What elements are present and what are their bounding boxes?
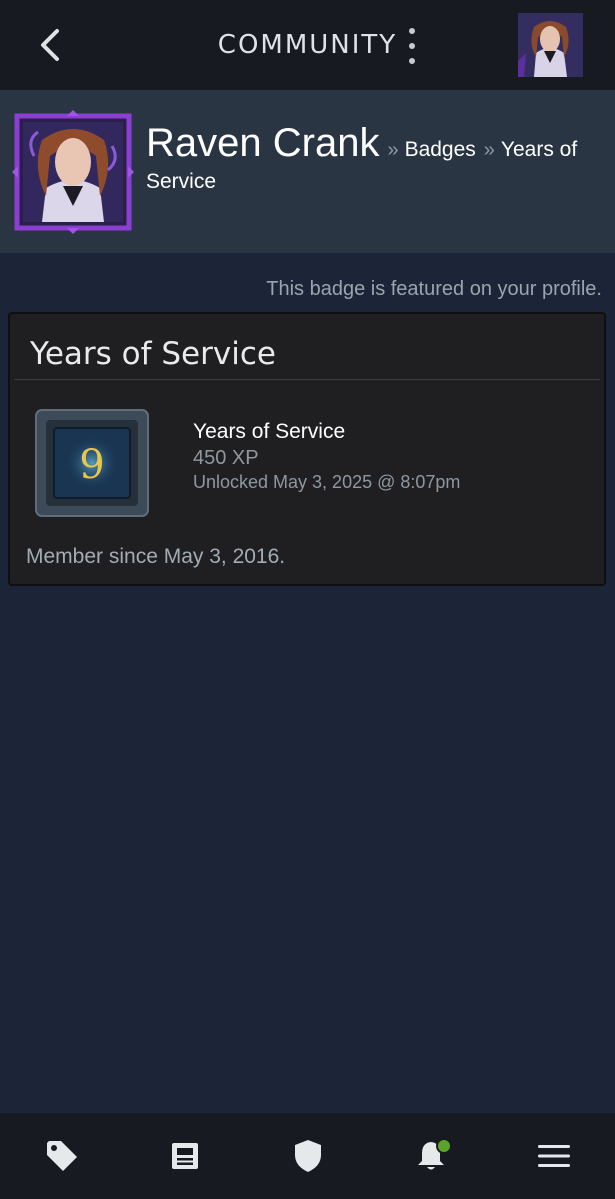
breadcrumb-badges-link[interactable]: Badges xyxy=(405,138,476,161)
member-since: Member since May 3, 2016. xyxy=(26,545,286,568)
avatar-image xyxy=(518,13,583,77)
breadcrumb-separator: » xyxy=(483,139,495,161)
badge-icon: 9 xyxy=(34,408,150,518)
shield-icon xyxy=(294,1140,321,1172)
breadcrumb-separator: » xyxy=(387,139,399,161)
hamburger-menu-icon xyxy=(537,1145,570,1167)
nav-guard[interactable] xyxy=(278,1126,338,1186)
badge-card: Years of Service 9 Years of Service 450 … xyxy=(8,312,606,586)
breadcrumb: Raven Crank» Badges» Years of Service xyxy=(146,123,596,199)
badge-level-number: 9 xyxy=(79,442,104,488)
nav-notifications[interactable] xyxy=(401,1126,461,1186)
nav-store[interactable] xyxy=(32,1126,92,1186)
badge-xp: 450 XP xyxy=(193,447,259,469)
profile-avatar[interactable] xyxy=(12,110,134,234)
tag-icon xyxy=(46,1141,77,1171)
badge-unlocked-date: Unlocked May 3, 2025 @ 8:07pm xyxy=(193,472,461,492)
avatar[interactable] xyxy=(518,13,583,77)
card-title: Years of Service xyxy=(30,336,276,372)
avatar-frame xyxy=(12,110,134,234)
top-bar: COMMUNITY xyxy=(0,0,615,90)
app-title: COMMUNITY xyxy=(217,30,398,60)
profile-name-link[interactable]: Raven Crank xyxy=(146,121,379,165)
notification-dot xyxy=(435,1138,452,1154)
back-button[interactable] xyxy=(30,25,70,65)
chevron-left-icon xyxy=(41,29,59,61)
nav-news[interactable] xyxy=(155,1126,215,1186)
news-icon xyxy=(171,1143,198,1169)
nav-menu[interactable] xyxy=(524,1126,584,1186)
bottom-nav xyxy=(0,1113,615,1199)
divider xyxy=(14,379,600,380)
badge-name: Years of Service xyxy=(193,420,346,443)
featured-note: This badge is featured on your profile. xyxy=(266,278,602,300)
kebab-menu-icon[interactable] xyxy=(402,28,422,64)
